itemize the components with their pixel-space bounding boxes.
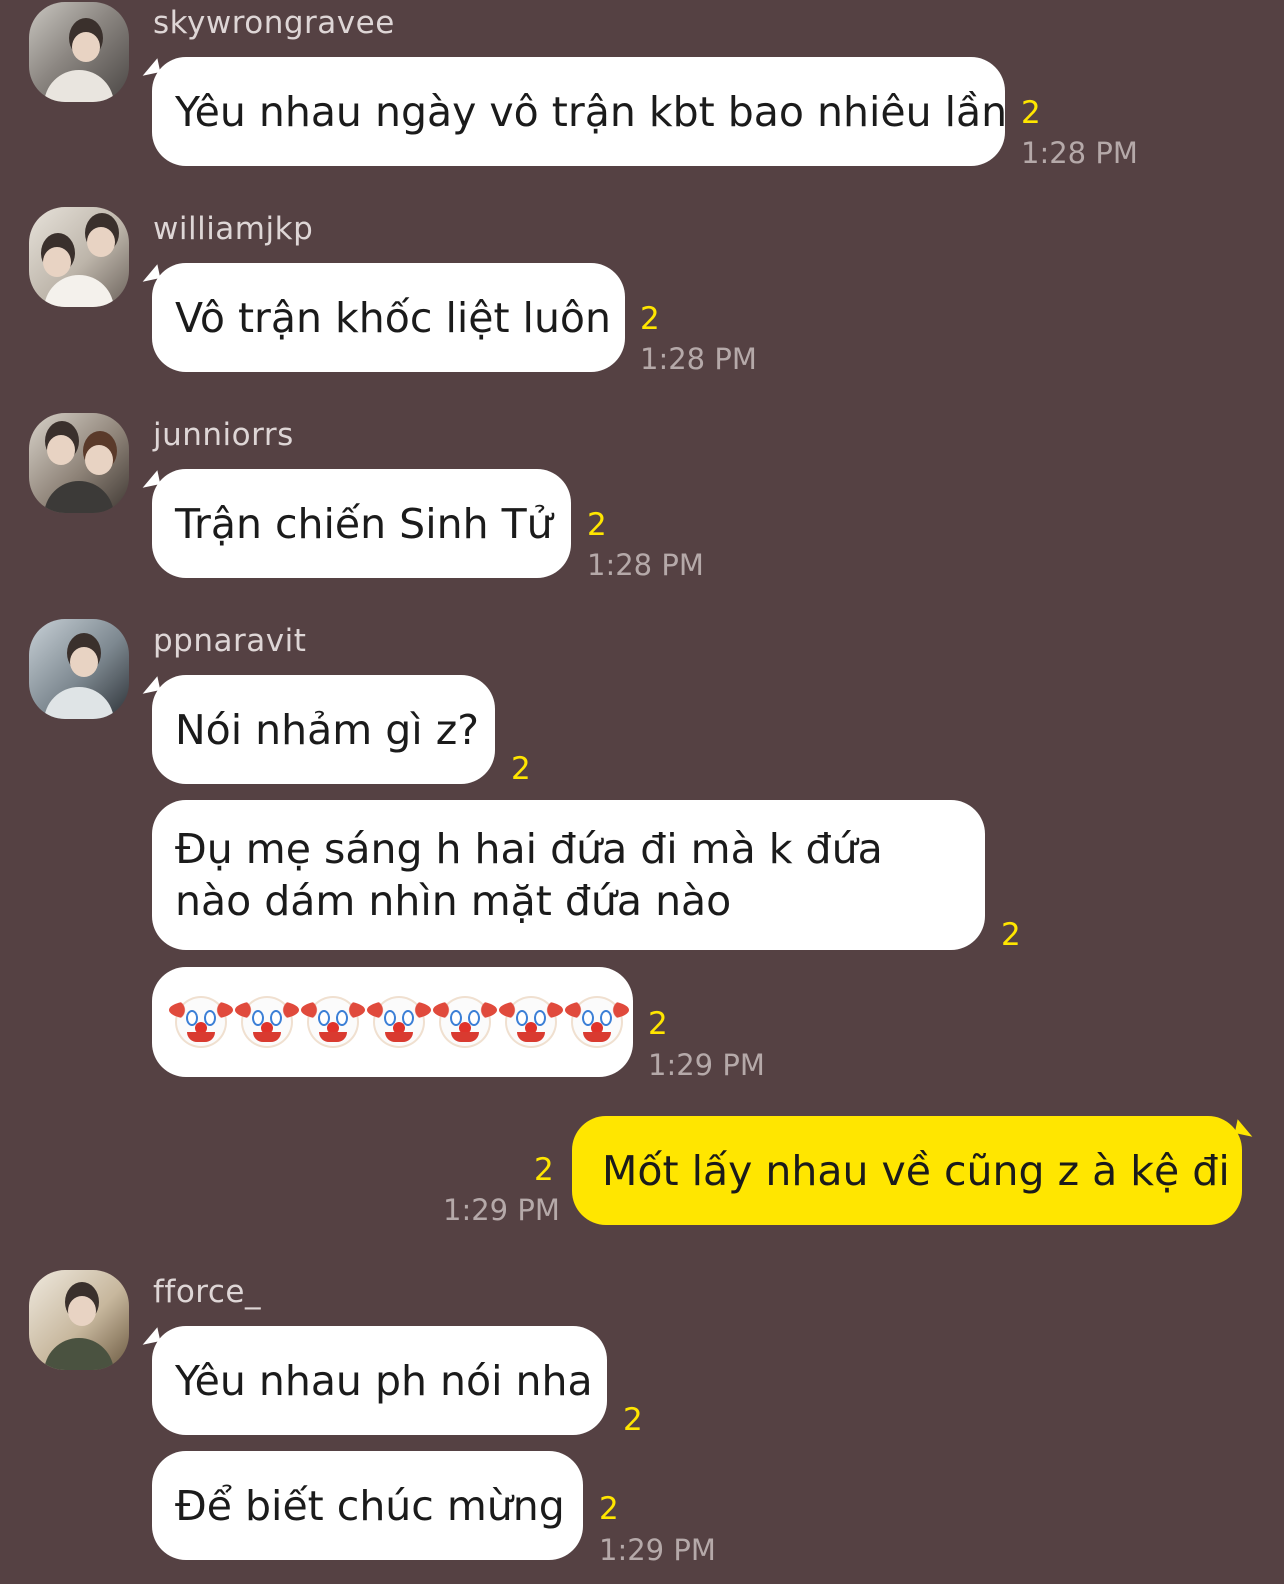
avatar-junniorrs[interactable] xyxy=(29,413,129,513)
message-text: Vô trận khốc liệt luôn xyxy=(175,293,612,342)
message-bubble[interactable]: Yêu nhau ngày vô trận kbt bao nhiêu lần xyxy=(152,57,1008,166)
clown-face-icon xyxy=(433,996,497,1048)
username: junniorrs xyxy=(153,417,294,453)
unread-count: 2 xyxy=(599,1491,619,1527)
username: ppnaravit xyxy=(153,623,307,659)
clown-face-icon xyxy=(367,996,431,1048)
unread-count: 2 xyxy=(648,1006,668,1042)
message-time: 1:28 PM xyxy=(640,342,757,376)
username: skywrongravee xyxy=(153,5,395,41)
avatar-williamjkp[interactable] xyxy=(29,207,129,307)
message-text: Yêu nhau ngày vô trận kbt bao nhiêu lần xyxy=(175,87,1008,136)
unread-count: 2 xyxy=(1021,95,1041,131)
message-text: Trận chiến Sinh Tử xyxy=(175,499,553,548)
message-text: Đụ mẹ sáng h hai đứa đi mà k đứa nào dám… xyxy=(175,825,883,925)
message-bubble[interactable]: Để biết chúc mừng xyxy=(152,1451,583,1560)
message-time: 1:28 PM xyxy=(587,548,704,582)
avatar-skywrongravee[interactable] xyxy=(29,2,129,102)
username: williamjkp xyxy=(153,211,314,247)
emoji-row xyxy=(169,996,629,1048)
message-time: 1:29 PM xyxy=(648,1048,765,1082)
avatar-ppnaravit[interactable] xyxy=(29,619,129,719)
username: fforce_ xyxy=(153,1274,261,1310)
unread-count: 2 xyxy=(623,1402,643,1438)
message-bubble[interactable]: 🤡🤡🤡🤡🤡🤡🤡 xyxy=(152,967,633,1077)
clown-face-icon xyxy=(499,996,563,1048)
message-bubble[interactable]: Yêu nhau ph nói nha xyxy=(152,1326,607,1435)
unread-count: 2 xyxy=(534,1152,554,1188)
clown-face-icon xyxy=(301,996,365,1048)
message-text: Yêu nhau ph nói nha xyxy=(175,1356,593,1405)
message-bubble[interactable]: Nói nhảm gì z? xyxy=(152,675,495,784)
message-bubble[interactable]: Vô trận khốc liệt luôn xyxy=(152,263,625,372)
my-message-bubble[interactable]: Mốt lấy nhau về cũng z à kệ đi xyxy=(572,1116,1242,1225)
message-time: 1:29 PM xyxy=(599,1533,716,1567)
message-bubble[interactable]: Đụ mẹ sáng h hai đứa đi mà k đứa nào dám… xyxy=(152,800,985,950)
clown-face-icon xyxy=(565,996,629,1048)
message-bubble[interactable]: Trận chiến Sinh Tử xyxy=(152,469,571,578)
unread-count: 2 xyxy=(587,507,607,543)
avatar-fforce[interactable] xyxy=(29,1270,129,1370)
clown-face-icon xyxy=(235,996,299,1048)
message-text: Nói nhảm gì z? xyxy=(175,705,479,754)
clown-face-icon xyxy=(169,996,233,1048)
unread-count: 2 xyxy=(640,301,660,337)
message-text: Để biết chúc mừng xyxy=(175,1481,565,1530)
message-time: 1:29 PM xyxy=(443,1193,560,1227)
message-text: Mốt lấy nhau về cũng z à kệ đi xyxy=(602,1146,1230,1195)
unread-count: 2 xyxy=(1001,917,1021,953)
message-time: 1:28 PM xyxy=(1021,136,1138,170)
unread-count: 2 xyxy=(511,751,531,787)
